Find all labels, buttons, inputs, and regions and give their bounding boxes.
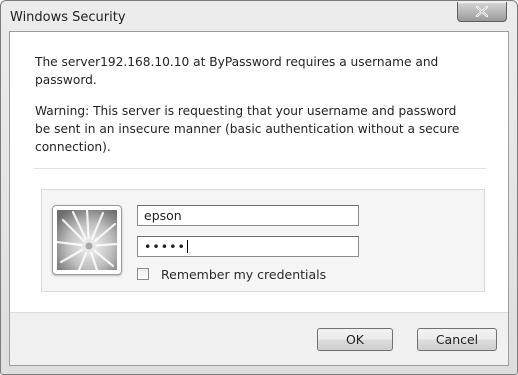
remember-checkbox[interactable]	[137, 268, 149, 280]
server-message: The server192.168.10.10 at ByPassword re…	[35, 55, 439, 87]
dialog-body: The server192.168.10.10 at ByPassword re…	[9, 31, 509, 366]
warning-message: Warning: This server is requesting that …	[35, 104, 460, 154]
close-icon	[475, 6, 489, 17]
windows-security-dialog: Windows Security The server192.168.10.10…	[0, 0, 518, 375]
username-value: epson	[144, 208, 182, 223]
text-caret	[186, 240, 188, 253]
user-tile	[52, 205, 122, 275]
close-button[interactable]	[457, 2, 507, 22]
credential-panel: epson ••••• Remember my credentials	[41, 189, 485, 292]
cancel-button[interactable]: Cancel	[417, 328, 497, 351]
password-input[interactable]: •••••	[137, 236, 359, 257]
username-input[interactable]: epson	[137, 205, 359, 226]
ok-button[interactable]: OK	[317, 328, 393, 351]
user-picture-flower-icon	[57, 210, 117, 270]
dialog-title: Windows Security	[10, 10, 126, 25]
button-bar: OK Cancel	[10, 312, 508, 365]
password-value: •••••	[144, 239, 186, 254]
separator	[34, 168, 486, 169]
title-bar[interactable]: Windows Security	[1, 1, 517, 31]
remember-label: Remember my credentials	[161, 267, 327, 282]
